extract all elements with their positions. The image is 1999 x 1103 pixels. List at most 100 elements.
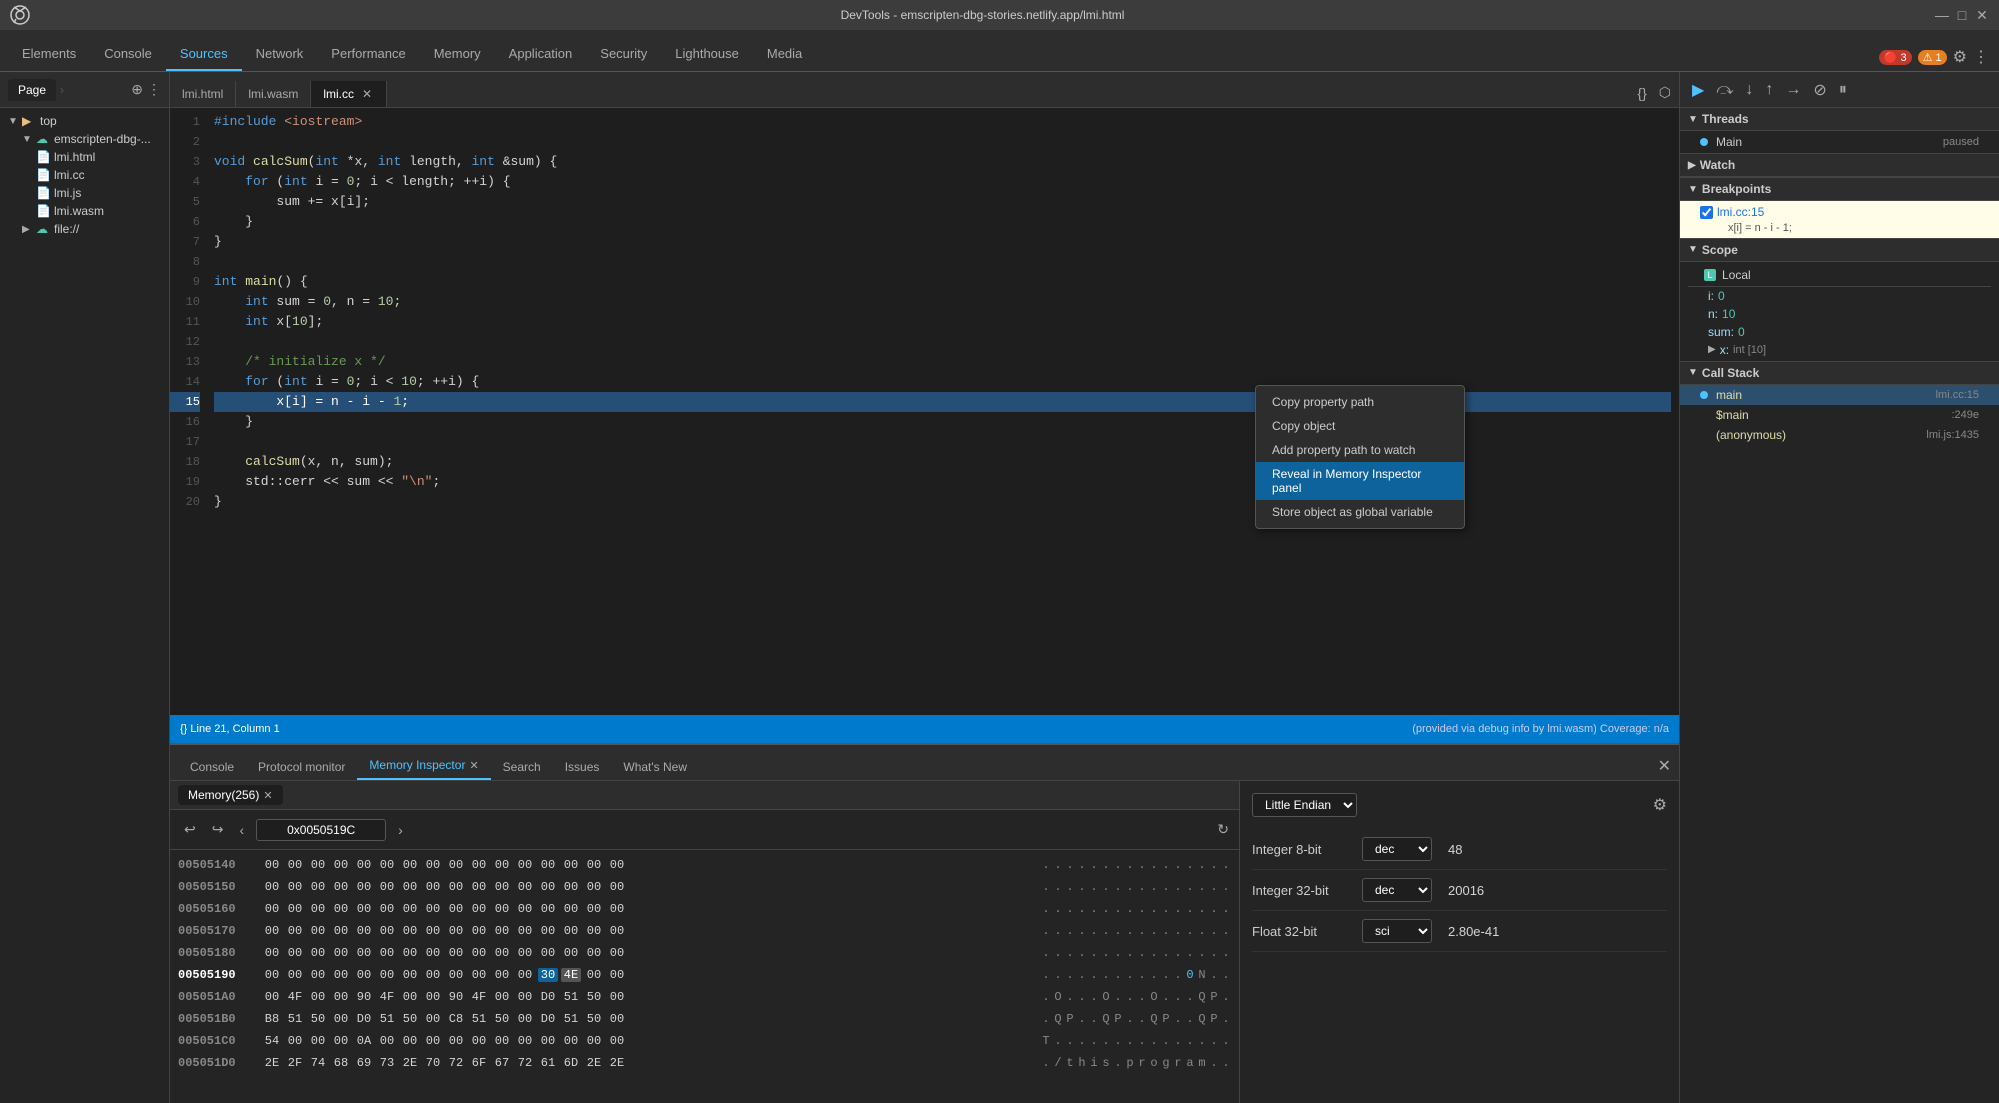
mem-ascii-150: .... .... .... .... [1041, 880, 1231, 894]
memory-refresh-btn[interactable]: ↻ [1217, 821, 1229, 838]
scope-item-x[interactable]: ▶ x: int [10] [1688, 341, 1991, 359]
breakpoint-checkbox[interactable] [1700, 206, 1713, 219]
tab-application[interactable]: Application [495, 38, 587, 71]
bottom-tab-protocol[interactable]: Protocol monitor [246, 754, 357, 780]
callstack-item-dollar-main[interactable]: $main :249e [1680, 405, 1999, 425]
code-line-12 [214, 332, 1671, 352]
mem-ascii-180: .... .... .... .... [1041, 946, 1231, 960]
threads-arrow: ▼ [1688, 114, 1698, 125]
cloud-folder-icon: ☁ [36, 132, 52, 146]
tab-media[interactable]: Media [753, 38, 816, 71]
memory-subtab-close[interactable]: ✕ [263, 789, 272, 802]
bottom-panel-close[interactable]: ✕ [1650, 752, 1679, 780]
file-tree: ▼ ▶ top ▼ ☁ emscripten-dbg-... 📄 lmi.htm… [0, 108, 169, 1103]
scope-val-i: 0 [1718, 289, 1725, 303]
bottom-tab-search[interactable]: Search [491, 754, 553, 780]
editor-tab-lmi-wasm[interactable]: lmi.wasm [236, 81, 311, 107]
tab-elements[interactable]: Elements [8, 38, 90, 71]
watch-header[interactable]: ▶ Watch [1680, 154, 1999, 177]
ctx-reveal-memory-inspector[interactable]: Reveal in Memory Inspector panel [1256, 462, 1464, 500]
tree-item-lmi-cc[interactable]: 📄 lmi.cc [0, 166, 169, 184]
thread-dot [1700, 138, 1708, 146]
tree-label-lmi-js: lmi.js [54, 186, 81, 200]
bottom-tab-memory-inspector[interactable]: Memory Inspector ✕ [357, 752, 490, 780]
step-over-btn[interactable]: ⤼ [1712, 79, 1737, 101]
tab-security[interactable]: Security [586, 38, 661, 71]
mem-type-float32-format[interactable]: sci dec hex [1362, 919, 1432, 943]
tab-network[interactable]: Network [242, 38, 318, 71]
memory-undo-btn[interactable]: ↩ [180, 819, 200, 840]
cs-loc-anon: lmi.js:1435 [1926, 429, 1979, 441]
tree-arrow-emscripten: ▼ [22, 134, 36, 145]
minimize-button[interactable]: — [1935, 8, 1949, 22]
memory-inspector-tab-close[interactable]: ✕ [469, 759, 478, 772]
bottom-tab-console[interactable]: Console [178, 754, 246, 780]
maximize-button[interactable]: □ [1955, 8, 1969, 22]
breakpoints-header[interactable]: ▼ Breakpoints [1680, 178, 1999, 201]
scope-label: Scope [1702, 243, 1738, 257]
mem-type-int8-format[interactable]: dec hex oct [1362, 837, 1432, 861]
more-options-icon[interactable]: ⋮ [1973, 47, 1989, 67]
ctx-copy-object[interactable]: Copy object [1256, 414, 1464, 438]
ctx-copy-property-path[interactable]: Copy property path [1256, 390, 1464, 414]
mem-addr-170: 00505170 [178, 924, 258, 938]
tab-lighthouse[interactable]: Lighthouse [661, 38, 753, 71]
ctx-store-global[interactable]: Store object as global variable [1256, 500, 1464, 524]
pause-on-exceptions-btn[interactable]: ⏸ [1835, 79, 1851, 101]
scope-header[interactable]: ▼ Scope [1680, 239, 1999, 262]
file-icon-lmi-cc: 📄 [36, 168, 52, 182]
right-panel-content: ▼ Threads Main paused ▶ Watch [1680, 108, 1999, 1103]
editor-tab-lmi-cc[interactable]: lmi.cc ✕ [311, 81, 387, 107]
close-window-button[interactable]: ✕ [1975, 8, 1989, 22]
page-tab[interactable]: Page [8, 79, 56, 101]
code-line-2 [214, 132, 1671, 152]
tree-item-lmi-wasm[interactable]: 📄 lmi.wasm [0, 202, 169, 220]
code-line-8 [214, 252, 1671, 272]
step-into-btn[interactable]: ↓ [1741, 79, 1757, 101]
deactivate-breakpoints-btn[interactable]: ⊘ [1809, 78, 1830, 102]
tree-item-file[interactable]: ▶ ☁ file:// [0, 220, 169, 238]
tree-item-top[interactable]: ▼ ▶ top [0, 112, 169, 130]
bottom-tab-issues[interactable]: Issues [553, 754, 612, 780]
memory-prev-btn[interactable]: ‹ [235, 820, 248, 840]
callstack-header[interactable]: ▼ Call Stack [1680, 362, 1999, 385]
tab-sources[interactable]: Sources [166, 38, 242, 71]
tree-item-lmi-html[interactable]: 📄 lmi.html [0, 148, 169, 166]
debugger-toolbar: ▶ ⤼ ↓ ↑ → ⊘ ⏸ [1680, 72, 1999, 108]
sidebar-new-btn[interactable]: ⊕ [131, 81, 143, 98]
threads-header[interactable]: ▼ Threads [1680, 108, 1999, 131]
memory-next-btn[interactable]: › [394, 820, 407, 840]
local-header[interactable]: L Local [1688, 264, 1991, 287]
memory-subtab-active[interactable]: Memory(256) ✕ [178, 785, 283, 805]
sidebar-more-btn[interactable]: ⋮ [147, 81, 161, 98]
bottom-tab-whatsnew[interactable]: What's New [611, 754, 699, 780]
status-bar-left: {} Line 21, Column 1 [180, 723, 280, 735]
editor-tab-lmi-html[interactable]: lmi.html [170, 81, 236, 107]
editor-tab-lmi-cc-close[interactable]: ✕ [360, 87, 374, 101]
settings-icon[interactable]: ⚙ [1953, 47, 1967, 67]
callstack-item-anon[interactable]: (anonymous) lmi.js:1435 [1680, 425, 1999, 445]
mem-type-int32-format[interactable]: dec hex oct [1362, 878, 1432, 902]
mem-addr-150: 00505150 [178, 880, 258, 894]
cloud-folder-icon-file: ☁ [36, 222, 52, 236]
code-line-1: #include <iostream> [214, 112, 1671, 132]
editor-pretty-print-btn[interactable]: {} [1633, 83, 1650, 103]
callstack-item-main[interactable]: main lmi.cc:15 [1680, 385, 1999, 405]
tab-performance[interactable]: Performance [317, 38, 419, 71]
ctx-add-to-watch[interactable]: Add property path to watch [1256, 438, 1464, 462]
step-out-btn[interactable]: ↑ [1761, 79, 1777, 101]
resume-btn[interactable]: ▶ [1688, 78, 1708, 102]
mem-bytes-170: 00000000 00000000 00000000 00000000 [262, 924, 1029, 938]
mem-row-150: 00505150 00000000 00000000 00000000 0000… [178, 876, 1231, 898]
editor-toggle-btn[interactable]: ⬡ [1655, 82, 1675, 103]
tree-item-emscripten[interactable]: ▼ ☁ emscripten-dbg-... [0, 130, 169, 148]
memory-redo-btn[interactable]: ↪ [208, 819, 228, 840]
step-btn[interactable]: → [1781, 79, 1805, 101]
memory-address-input[interactable] [256, 819, 386, 841]
tab-memory[interactable]: Memory [420, 38, 495, 71]
tab-console[interactable]: Console [90, 38, 166, 71]
tree-item-lmi-js[interactable]: 📄 lmi.js [0, 184, 169, 202]
memory-settings-btn[interactable]: ⚙ [1653, 795, 1667, 815]
endian-select[interactable]: Little Endian Big Endian [1252, 793, 1357, 817]
breakpoint-lmi-cc-15[interactable]: lmi.cc:15 x[i] = n - i - 1; [1680, 201, 1999, 238]
